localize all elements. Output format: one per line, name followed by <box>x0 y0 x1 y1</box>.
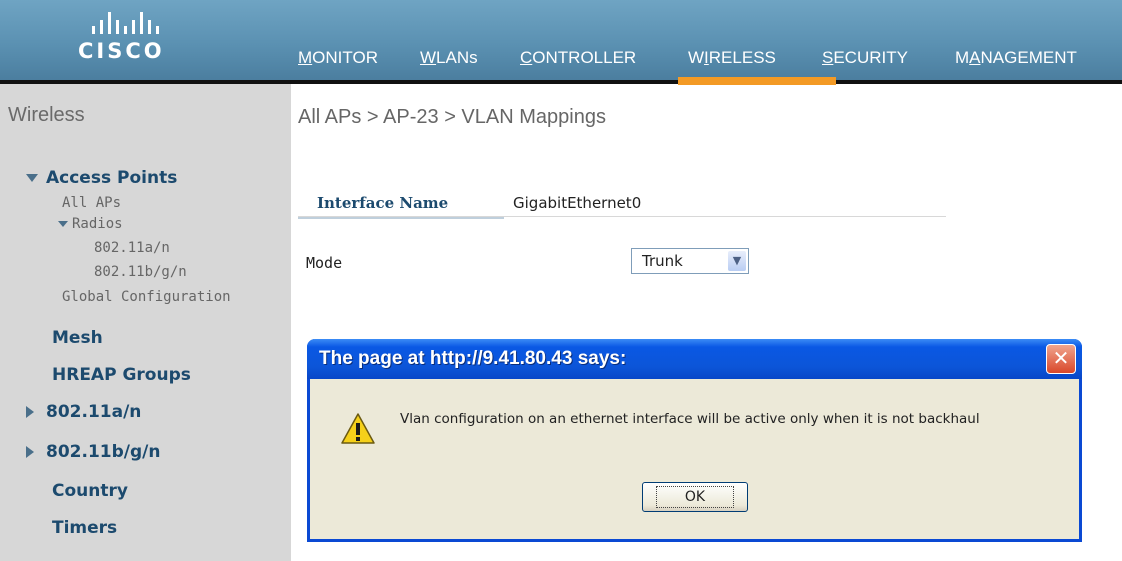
ok-button-label: OK <box>655 486 735 508</box>
nav-monitor[interactable]: MONITOR <box>298 48 420 68</box>
sidebar: Wireless Access Points All APs Radios 80… <box>0 84 291 561</box>
sidebar-item-802-11a-n[interactable]: 802.11a/n <box>26 402 141 422</box>
collapsed-arrow-icon <box>26 446 34 458</box>
breadcrumb: All APs > AP-23 > VLAN Mappings <box>298 106 606 128</box>
mode-label: Mode <box>306 254 343 272</box>
sidebar-item-mesh[interactable]: Mesh <box>52 328 103 348</box>
main-nav: MONITOR WLANs CONTROLLER WIRELESS SECURI… <box>298 48 1105 85</box>
label-underline <box>298 217 504 219</box>
nav-wlans[interactable]: WLANs <box>420 48 520 68</box>
sidebar-item-access-points[interactable]: Access Points <box>26 168 177 188</box>
sidebar-item-country[interactable]: Country <box>52 481 128 501</box>
sidebar-item-hreap-groups[interactable]: HREAP Groups <box>52 365 191 385</box>
warning-icon <box>341 413 375 444</box>
mode-select-value: Trunk <box>642 252 683 270</box>
sidebar-item-timers[interactable]: Timers <box>52 518 117 538</box>
interface-name-value: GigabitEthernet0 <box>513 194 642 212</box>
top-header: CISCO MONITOR WLANs CONTROLLER WIRELESS … <box>0 0 1122 85</box>
collapsed-arrow-icon <box>26 406 34 418</box>
nav-management[interactable]: MANAGEMENT <box>955 48 1105 68</box>
ok-button[interactable]: OK <box>642 482 748 512</box>
cisco-logo-bars-icon <box>92 12 208 34</box>
nav-controller[interactable]: CONTROLLER <box>520 48 688 68</box>
cisco-logo: CISCO <box>78 12 208 82</box>
sidebar-title: Wireless <box>8 104 85 126</box>
interface-name-label: Interface Name <box>317 194 449 212</box>
expanded-arrow-icon <box>58 221 68 227</box>
sidebar-item-global-config[interactable]: Global Configuration <box>62 289 231 305</box>
dialog-title: The page at http://9.41.80.43 says: <box>319 348 627 369</box>
expanded-arrow-icon <box>26 174 38 182</box>
close-icon[interactable]: ✕ <box>1046 344 1076 374</box>
alert-dialog: The page at http://9.41.80.43 says: ✕ Vl… <box>307 339 1082 542</box>
mode-select[interactable]: Trunk ▼ <box>631 248 749 274</box>
nav-security[interactable]: SECURITY <box>822 48 955 68</box>
nav-wireless[interactable]: WIRELESS <box>678 48 836 85</box>
sidebar-item-radio-bg[interactable]: 802.11b/g/n <box>94 264 187 280</box>
sidebar-item-radio-a[interactable]: 802.11a/n <box>94 240 170 256</box>
chevron-down-icon[interactable]: ▼ <box>728 251 746 271</box>
sidebar-item-802-11b-g-n[interactable]: 802.11b/g/n <box>26 442 160 462</box>
sidebar-item-radios[interactable]: Radios <box>58 216 123 232</box>
cisco-logo-text: CISCO <box>78 39 165 63</box>
dialog-titlebar[interactable]: The page at http://9.41.80.43 says: ✕ <box>307 339 1082 379</box>
dialog-message: Vlan configuration on an ethernet interf… <box>400 411 980 427</box>
sidebar-item-all-aps[interactable]: All APs <box>62 195 121 211</box>
